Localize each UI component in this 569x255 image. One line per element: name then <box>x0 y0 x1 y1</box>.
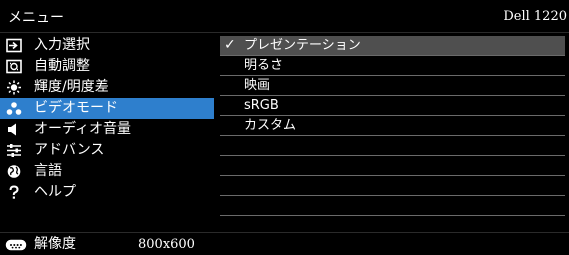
option-label: プレゼンテーション <box>244 38 361 53</box>
main-menu: 入力選択 自動調整 輝度/明度差 ビデオモード オーディオ音量 アドバンス 言語… <box>0 35 214 230</box>
menu-item-label: ヘルプ <box>34 184 76 200</box>
option-empty <box>220 136 565 156</box>
option-label: sRGB <box>244 98 279 113</box>
menu-item-brightness[interactable]: 輝度/明度差 <box>0 77 214 98</box>
option-bright[interactable]: 明るさ <box>220 56 565 76</box>
input-select-icon <box>6 38 22 53</box>
resolution-value: 800x600 <box>138 237 195 252</box>
menu-item-label: アドバンス <box>34 142 105 158</box>
menu-item-label: オーディオ音量 <box>34 121 132 137</box>
menu-item-label: 自動調整 <box>34 58 90 74</box>
osd-menu: メニュー Dell 1220 入力選択 自動調整 輝度/明度差 ビデオモード オ… <box>0 0 569 255</box>
option-empty <box>220 156 565 176</box>
menu-item-label: 言語 <box>34 163 62 179</box>
option-presentation[interactable]: ✓ プレゼンテーション <box>220 36 565 56</box>
language-globe-icon <box>7 165 21 178</box>
check-mark-icon: ✓ <box>224 37 236 53</box>
menu-item-audio-volume[interactable]: オーディオ音量 <box>0 119 214 140</box>
help-icon <box>9 185 19 199</box>
model-name: Dell 1220 <box>503 9 567 24</box>
menu-item-language[interactable]: 言語 <box>0 161 214 182</box>
menu-item-label: 輝度/明度差 <box>34 79 109 95</box>
option-custom[interactable]: カスタム <box>220 116 565 136</box>
video-mode-submenu: ✓ プレゼンテーション 明るさ 映画 sRGB カスタム <box>216 35 569 230</box>
video-mode-icon <box>6 102 22 115</box>
option-empty <box>220 196 565 216</box>
menu-item-video-mode[interactable]: ビデオモード <box>0 98 214 119</box>
menu-item-advanced[interactable]: アドバンス <box>0 140 214 161</box>
option-label: 映画 <box>244 78 271 93</box>
menu-item-label: 入力選択 <box>34 37 90 53</box>
status-bar: 解像度 800x600 <box>0 232 569 255</box>
option-label: カスタム <box>244 118 297 133</box>
menu-title: メニュー <box>8 10 64 26</box>
menu-item-auto-adjust[interactable]: 自動調整 <box>0 56 214 77</box>
option-empty <box>220 176 565 196</box>
menu-item-label: ビデオモード <box>34 100 118 116</box>
resolution-label: 解像度 <box>34 236 76 252</box>
option-movie[interactable]: 映画 <box>220 76 565 96</box>
title-bar: メニュー Dell 1220 <box>0 0 569 33</box>
speaker-icon <box>8 123 16 136</box>
advanced-settings-icon <box>7 144 21 157</box>
auto-adjust-icon <box>6 59 22 74</box>
display-connector-icon <box>5 239 27 251</box>
option-label: 明るさ <box>244 58 284 73</box>
menu-item-help[interactable]: ヘルプ <box>0 182 214 203</box>
option-srgb[interactable]: sRGB <box>220 96 565 116</box>
brightness-icon <box>7 80 21 95</box>
menu-item-input-select[interactable]: 入力選択 <box>0 35 214 56</box>
